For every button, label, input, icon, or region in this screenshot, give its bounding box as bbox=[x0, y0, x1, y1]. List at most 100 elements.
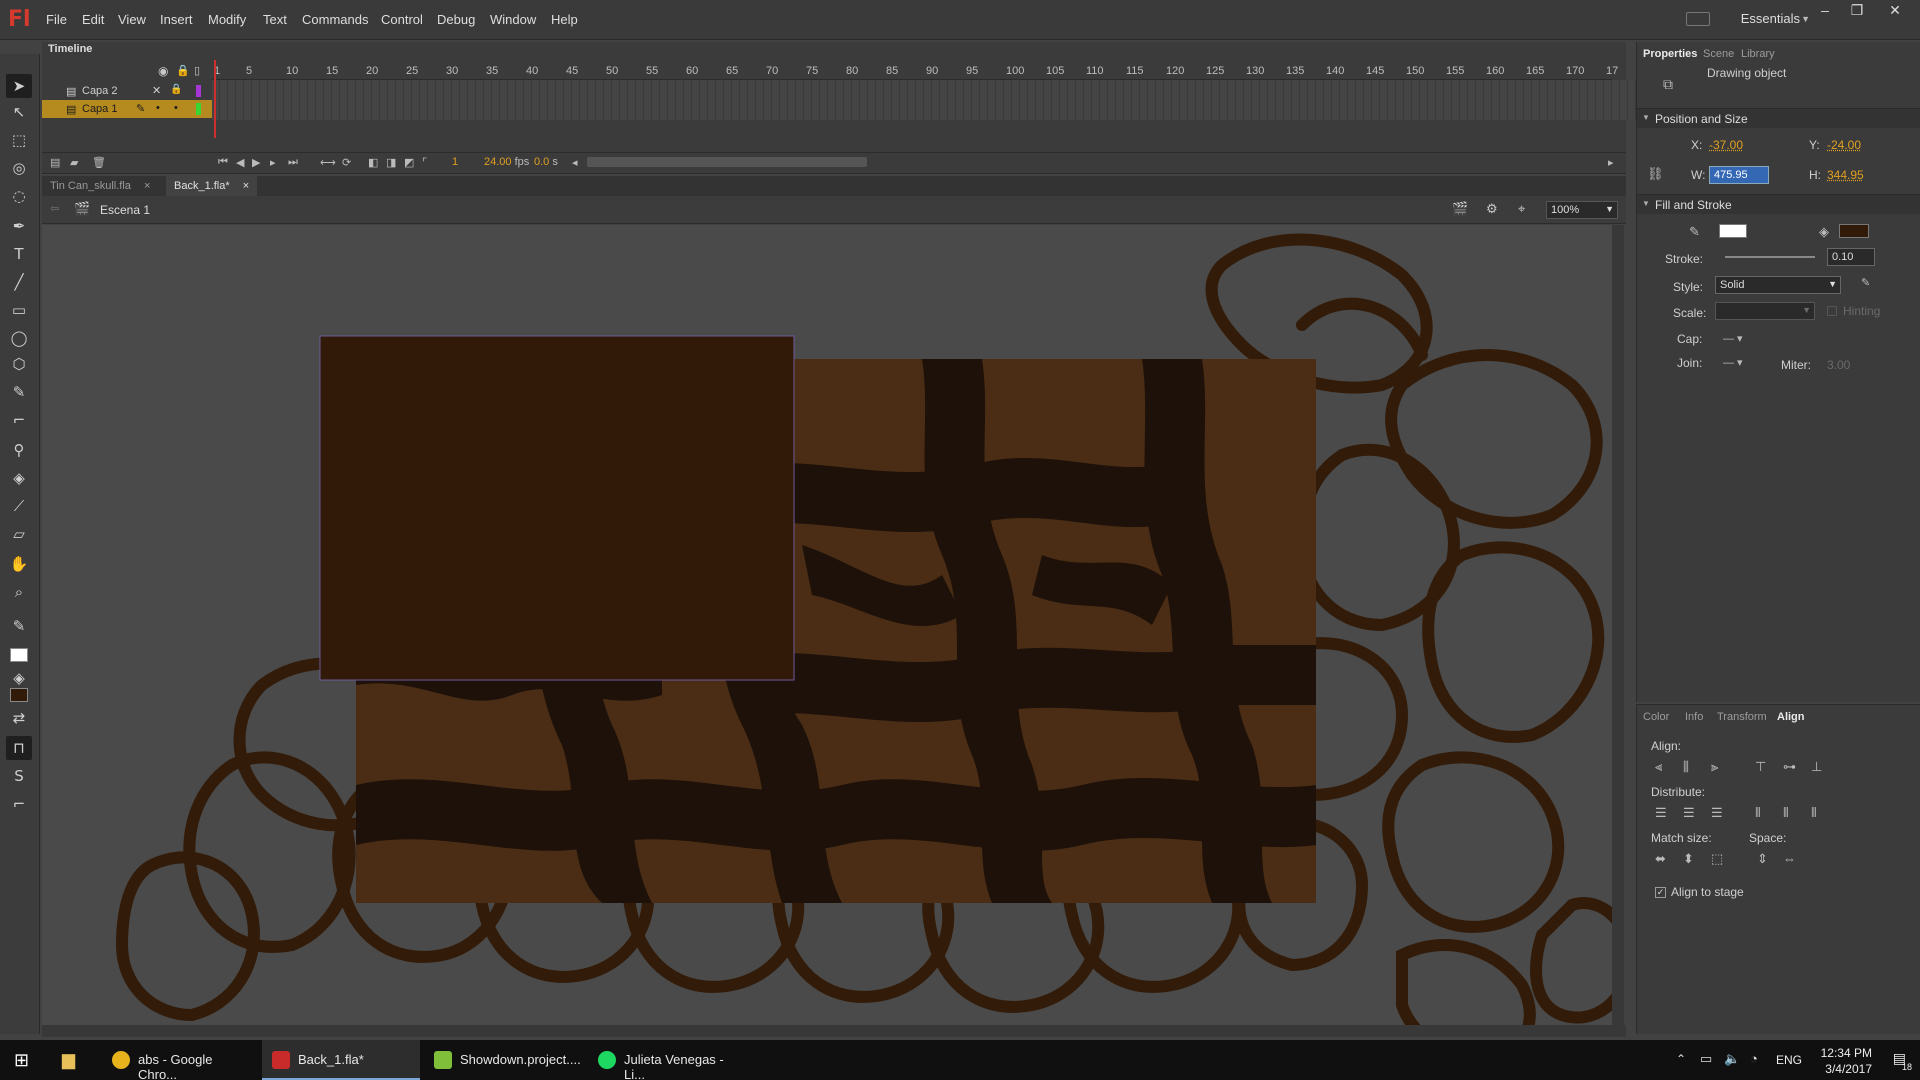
text-tool-icon[interactable]: T bbox=[6, 242, 32, 266]
step-back-icon[interactable]: ◀ bbox=[236, 156, 244, 169]
bone-tool-icon[interactable]: ⚲ bbox=[6, 438, 32, 462]
timeline-tab[interactable]: Timeline bbox=[48, 43, 92, 55]
taskbar-item-showdown[interactable]: Showdown.project.... bbox=[424, 1040, 584, 1080]
dot-icon[interactable]: • bbox=[174, 102, 178, 114]
new-layer-icon[interactable]: ▤ bbox=[50, 156, 60, 169]
stroke-slider[interactable] bbox=[1725, 256, 1815, 258]
distribute-hcenter-icon[interactable]: ⦀ bbox=[1783, 805, 1789, 821]
brush-tool-icon[interactable]: ⌐ bbox=[6, 408, 32, 432]
wifi-icon[interactable]: ◔ bbox=[1750, 1051, 1758, 1066]
pencil-tool-icon[interactable]: ✎ bbox=[6, 380, 32, 404]
w-value[interactable]: 475.95 bbox=[1709, 166, 1769, 184]
eraser-tool-icon[interactable]: ▱ bbox=[6, 522, 32, 546]
new-folder-icon[interactable]: ▰ bbox=[70, 156, 78, 169]
fill-color-swatch[interactable] bbox=[1839, 224, 1869, 238]
align-to-stage-checkbox[interactable]: ✓ bbox=[1655, 887, 1666, 898]
menu-debug[interactable]: Debug bbox=[437, 12, 475, 27]
menu-help[interactable]: Help bbox=[551, 12, 578, 27]
scroll-right-icon[interactable]: ▸ bbox=[1608, 156, 1614, 169]
delete-icon[interactable]: 🗑 bbox=[92, 156, 106, 169]
pen-tool-icon[interactable]: ✒ bbox=[6, 214, 32, 238]
restore-button[interactable]: ❐ bbox=[1842, 2, 1872, 22]
stroke-color-icon[interactable]: ✎ bbox=[6, 614, 32, 638]
distribute-top-icon[interactable]: ☰ bbox=[1655, 805, 1667, 821]
edit-scene-icon[interactable]: 🎬 bbox=[1452, 201, 1468, 217]
center-stage-icon[interactable]: ⌖ bbox=[1518, 201, 1525, 217]
match-height-icon[interactable]: ⬍ bbox=[1683, 851, 1694, 867]
onion-outline-icon[interactable]: ◨ bbox=[386, 156, 396, 169]
menu-edit[interactable]: Edit bbox=[82, 12, 104, 27]
edit-symbol-icon[interactable]: ⚙ bbox=[1486, 201, 1498, 217]
cap-select[interactable]: — ▾ bbox=[1723, 332, 1743, 345]
tab-transform[interactable]: Transform bbox=[1717, 711, 1767, 723]
join-select[interactable]: — ▾ bbox=[1723, 356, 1743, 369]
menu-window[interactable]: Window bbox=[490, 12, 536, 27]
menu-file[interactable]: File bbox=[46, 12, 67, 27]
selection-tool-icon[interactable]: ➤ bbox=[6, 74, 32, 98]
distribute-left-icon[interactable]: ⦀ bbox=[1755, 805, 1761, 821]
taskbar-item-chrome[interactable]: abs - Google Chro... bbox=[104, 1040, 254, 1080]
distribute-vcenter-icon[interactable]: ☰ bbox=[1683, 805, 1695, 821]
tab-align[interactable]: Align bbox=[1777, 711, 1805, 723]
elapsed-time[interactable]: 0.0 s bbox=[534, 156, 558, 168]
doc-tab[interactable]: Tin Can_skull.fla × bbox=[42, 176, 158, 196]
edit-multiple-frames-icon[interactable]: ◩ bbox=[404, 156, 414, 169]
layer-row[interactable]: ▤ Capa 1 ✎ • • bbox=[42, 100, 212, 118]
vertical-scrollbar[interactable] bbox=[1612, 225, 1624, 1025]
tab-color[interactable]: Color bbox=[1643, 711, 1669, 723]
scale-select[interactable]: ▼ bbox=[1715, 302, 1815, 320]
hand-tool-icon[interactable]: ✋ bbox=[6, 552, 32, 576]
line-tool-icon[interactable]: ╱ bbox=[6, 270, 32, 294]
rectangle-tool-icon[interactable]: ▭ bbox=[6, 298, 32, 322]
timeline-ruler[interactable]: 1 5 10 15 20 25 30 35 40 45 50 55 60 65 70 75 80 85 90 95 10… bbox=[212, 60, 1612, 80]
taskbar-item-animate[interactable]: Back_1.fla* bbox=[262, 1040, 420, 1080]
minimize-button[interactable]: – bbox=[1810, 2, 1840, 22]
tab-library[interactable]: Library bbox=[1741, 48, 1775, 60]
oval-tool-icon[interactable]: ◯ bbox=[6, 326, 32, 350]
horizontal-scrollbar[interactable] bbox=[42, 1025, 1626, 1037]
center-frame-icon[interactable]: ⟷ bbox=[320, 156, 336, 169]
x-value[interactable]: -37.00 bbox=[1709, 138, 1743, 152]
sync-settings-icon[interactable] bbox=[1686, 12, 1710, 26]
h-value[interactable]: 344.95 bbox=[1827, 168, 1864, 182]
play-icon[interactable]: ▶ bbox=[252, 156, 260, 169]
straighten-icon[interactable]: ⌐ bbox=[6, 792, 32, 816]
loop-icon[interactable]: ⟳ bbox=[342, 156, 351, 169]
first-frame-icon[interactable]: ⏮ bbox=[218, 156, 228, 169]
match-width-icon[interactable]: ⬌ bbox=[1655, 851, 1666, 867]
lock-icon[interactable]: 🔒 bbox=[170, 84, 182, 95]
system-clock[interactable]: 12:34 PM 3/4/2017 bbox=[1821, 1045, 1872, 1077]
stroke-value[interactable]: 0.10 bbox=[1827, 248, 1875, 266]
file-explorer-icon[interactable]: ▆ bbox=[62, 1050, 75, 1070]
close-button[interactable]: ✕ bbox=[1880, 2, 1910, 22]
onion-skin-icon[interactable]: ◧ bbox=[368, 156, 378, 169]
menu-view[interactable]: View bbox=[118, 12, 146, 27]
menu-modify[interactable]: Modify bbox=[208, 12, 246, 27]
lasso-tool-icon[interactable]: ◌ bbox=[6, 184, 32, 208]
lock-icon[interactable]: 🔒 bbox=[176, 64, 190, 77]
distribute-right-icon[interactable]: ⦀ bbox=[1811, 805, 1817, 821]
back-arrow-icon[interactable]: ⇦ bbox=[50, 202, 59, 215]
snap-to-objects-icon[interactable]: ⊓ bbox=[6, 736, 32, 760]
tab-properties[interactable]: Properties bbox=[1643, 48, 1697, 60]
layer-row[interactable]: ▤ Capa 2 ✕ 🔒 bbox=[42, 82, 212, 100]
doc-tab[interactable]: Back_1.fla* × bbox=[166, 176, 257, 196]
space-vertical-icon[interactable]: ⇕ bbox=[1757, 851, 1768, 867]
zoom-select[interactable]: 100% ▼ bbox=[1546, 201, 1618, 219]
eyedropper-tool-icon[interactable]: ⟋ bbox=[6, 494, 32, 518]
align-top-icon[interactable]: ⊤ bbox=[1755, 759, 1766, 775]
volume-icon[interactable]: 🔈 bbox=[1724, 1051, 1740, 1067]
subselection-tool-icon[interactable]: ↖ bbox=[6, 100, 32, 124]
taskbar-item-spotify[interactable]: Julieta Venegas - Li... bbox=[588, 1040, 748, 1080]
zoom-tool-icon[interactable]: ⌕ bbox=[6, 580, 32, 604]
match-both-icon[interactable]: ⬚ bbox=[1711, 851, 1723, 867]
stroke-color-swatch[interactable] bbox=[1719, 224, 1747, 238]
windows-start-icon[interactable]: ⊞ bbox=[14, 1050, 29, 1071]
onion-markers-icon[interactable]: ⌜ bbox=[422, 156, 427, 169]
scene-label[interactable]: Escena 1 bbox=[100, 203, 150, 217]
menu-insert[interactable]: Insert bbox=[160, 12, 193, 27]
align-bottom-icon[interactable]: ⊥ bbox=[1811, 759, 1822, 775]
align-left-icon[interactable]: ⫷ bbox=[1655, 759, 1662, 775]
free-transform-tool-icon[interactable]: ⬚ bbox=[6, 128, 32, 152]
menu-text[interactable]: Text bbox=[263, 12, 287, 27]
